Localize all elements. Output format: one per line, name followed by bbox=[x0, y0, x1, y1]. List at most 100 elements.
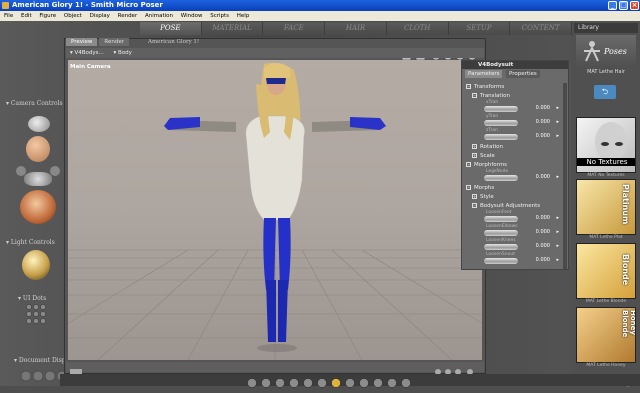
dial-menu-arrow-icon[interactable]: ▸ bbox=[556, 132, 559, 140]
menu-window[interactable]: Window bbox=[181, 11, 203, 21]
move-cross-icon[interactable] bbox=[24, 172, 52, 186]
dial-menu-arrow-icon[interactable]: ▸ bbox=[556, 214, 559, 222]
tab-material[interactable]: MATERIAL bbox=[201, 22, 264, 35]
expand-toggle-icon[interactable]: − bbox=[466, 162, 471, 167]
menu-object[interactable]: Object bbox=[64, 11, 82, 21]
platinum-label: Platinum bbox=[621, 184, 630, 225]
library-category[interactable]: Poses bbox=[576, 35, 636, 67]
dial-value[interactable]: 0.000 bbox=[536, 173, 550, 181]
expand-toggle-icon[interactable]: + bbox=[472, 144, 477, 149]
expand-toggle-icon[interactable]: − bbox=[472, 203, 477, 208]
tab-parameters[interactable]: Parameters bbox=[465, 70, 503, 78]
head-camera-icon[interactable] bbox=[26, 136, 50, 162]
figure-select-text: V4Bodys... bbox=[74, 50, 104, 56]
dial-value[interactable]: 0.000 bbox=[536, 256, 550, 264]
3d-viewport[interactable]: Main Camera bbox=[68, 60, 482, 360]
expand-toggle-icon[interactable]: − bbox=[472, 93, 477, 98]
menu-figure[interactable]: Figure bbox=[39, 11, 56, 21]
tab-render[interactable]: Render bbox=[99, 38, 130, 46]
display-style-icons[interactable] bbox=[20, 370, 68, 382]
dial-menu-arrow-icon[interactable]: ▸ bbox=[556, 242, 559, 250]
dial-knob[interactable] bbox=[484, 258, 518, 264]
dial-knob[interactable] bbox=[484, 120, 518, 126]
menu-edit[interactable]: Edit bbox=[21, 11, 32, 21]
dial-value[interactable]: 0.000 bbox=[536, 242, 550, 250]
dial-value[interactable]: 0.000 bbox=[536, 214, 550, 222]
parameter-dial-ytran[interactable]: yTran 0.000 ▸ bbox=[462, 114, 566, 129]
tab-cloth[interactable]: CLOTH bbox=[386, 22, 449, 35]
scene-figure[interactable] bbox=[68, 60, 482, 360]
tab-preview[interactable]: Preview bbox=[66, 38, 98, 46]
parameter-group-style[interactable]: + Style bbox=[462, 193, 566, 201]
ui-dots-label: ▾ UI Dots bbox=[18, 295, 47, 302]
dial-value[interactable]: 0.000 bbox=[536, 228, 550, 236]
tab-properties[interactable]: Properties bbox=[506, 70, 540, 78]
close-button[interactable]: × bbox=[630, 1, 639, 10]
dial-knob[interactable] bbox=[484, 106, 518, 112]
expand-toggle-icon[interactable]: − bbox=[466, 84, 471, 89]
camera-controls[interactable] bbox=[14, 110, 64, 230]
library-item-no-textures[interactable]: No Textures bbox=[576, 117, 636, 173]
dial-value[interactable]: 0.000 bbox=[536, 104, 550, 112]
parameter-dial-loosensnout[interactable]: LoosenSnout 0.000 ▸ bbox=[462, 252, 566, 267]
document-display-label: ▾ Document Disp bbox=[14, 357, 66, 364]
ui-dots-grid[interactable] bbox=[26, 304, 48, 326]
camera-trackball-icon[interactable] bbox=[20, 190, 56, 224]
parameter-dial-xtran[interactable]: xTran 0.000 ▸ bbox=[462, 100, 566, 115]
library-category-label: Poses bbox=[604, 47, 627, 56]
parameters-scrollbar[interactable] bbox=[563, 83, 567, 269]
maximize-button[interactable]: □ bbox=[619, 1, 628, 10]
dial-knob[interactable] bbox=[484, 230, 518, 236]
move-xz-icon[interactable] bbox=[50, 166, 60, 176]
dial-menu-arrow-icon[interactable]: ▸ bbox=[556, 228, 559, 236]
expand-toggle-icon[interactable]: + bbox=[472, 153, 477, 158]
tab-setup[interactable]: SETUP bbox=[448, 22, 511, 35]
minimize-button[interactable]: _ bbox=[608, 1, 617, 10]
menu-scripts[interactable]: Scripts bbox=[210, 11, 229, 21]
tab-face[interactable]: FACE bbox=[263, 22, 326, 35]
parameter-dial-legsnude[interactable]: LegsNude 0.000 ▸ bbox=[462, 169, 566, 184]
library-item-platinum[interactable]: Platinum bbox=[576, 179, 636, 235]
expand-toggle-icon[interactable]: + bbox=[472, 194, 477, 199]
tab-hair[interactable]: HAIR bbox=[325, 22, 387, 35]
parameter-group-morphs[interactable]: − Morphs bbox=[462, 184, 566, 192]
light-sphere-icon[interactable] bbox=[22, 250, 50, 280]
rotate-trackball-icon[interactable] bbox=[28, 116, 50, 132]
parameter-group-rotation[interactable]: + Rotation bbox=[462, 143, 566, 151]
parameter-group-bodysuit-adjustments[interactable]: − Bodysuit Adjustments bbox=[462, 202, 566, 210]
room-tabs: POSE MATERIAL FACE HAIR CLOTH SETUP CONT… bbox=[140, 22, 573, 35]
expand-toggle-icon[interactable]: − bbox=[466, 185, 471, 190]
dial-knob[interactable] bbox=[484, 216, 518, 222]
library-item-blonde[interactable]: Blonde bbox=[576, 243, 636, 299]
menu-render[interactable]: Render bbox=[118, 11, 138, 21]
parameter-group-morphforms[interactable]: − Morphforms bbox=[462, 161, 566, 169]
library-item-honey-blonde[interactable]: Honey Blonde bbox=[576, 307, 636, 363]
tab-content[interactable]: CONTENT bbox=[510, 22, 573, 35]
dial-menu-arrow-icon[interactable]: ▸ bbox=[556, 104, 559, 112]
dial-knob[interactable] bbox=[484, 134, 518, 140]
parameter-dial-ztran[interactable]: zTran 0.000 ▸ bbox=[462, 128, 566, 143]
parameter-list: − Transforms − Translation xTran 0.000 ▸ yTran 0… bbox=[462, 83, 566, 269]
menu-display[interactable]: Display bbox=[90, 11, 110, 21]
dial-knob[interactable] bbox=[484, 244, 518, 250]
parameter-group-scale[interactable]: + Scale bbox=[462, 152, 566, 160]
parameter-group-translation[interactable]: − Translation bbox=[462, 92, 566, 100]
dial-menu-arrow-icon[interactable]: ▸ bbox=[556, 256, 559, 264]
playback-controls[interactable] bbox=[60, 377, 640, 389]
menu-file[interactable]: File bbox=[4, 11, 13, 21]
left-leg bbox=[263, 218, 276, 290]
dial-value[interactable]: 0.000 bbox=[536, 118, 550, 126]
menu-help[interactable]: Help bbox=[237, 11, 250, 21]
display-style-buttons[interactable] bbox=[20, 367, 68, 382]
figure-menu[interactable]: ▾ V4Bodys... bbox=[70, 50, 104, 56]
dial-value[interactable]: 0.000 bbox=[536, 132, 550, 140]
menu-animation[interactable]: Animation bbox=[145, 11, 173, 21]
dial-menu-arrow-icon[interactable]: ▸ bbox=[556, 118, 559, 126]
dial-knob[interactable] bbox=[484, 175, 518, 181]
parameter-group-transforms[interactable]: − Transforms bbox=[462, 83, 566, 91]
dial-menu-arrow-icon[interactable]: ▸ bbox=[556, 173, 559, 181]
back-folder-button[interactable]: ⮌ bbox=[594, 85, 616, 99]
tab-pose[interactable]: POSE bbox=[140, 22, 202, 35]
actor-menu[interactable]: ▾ Body bbox=[114, 50, 132, 56]
ui-dots-icon[interactable] bbox=[26, 304, 48, 326]
